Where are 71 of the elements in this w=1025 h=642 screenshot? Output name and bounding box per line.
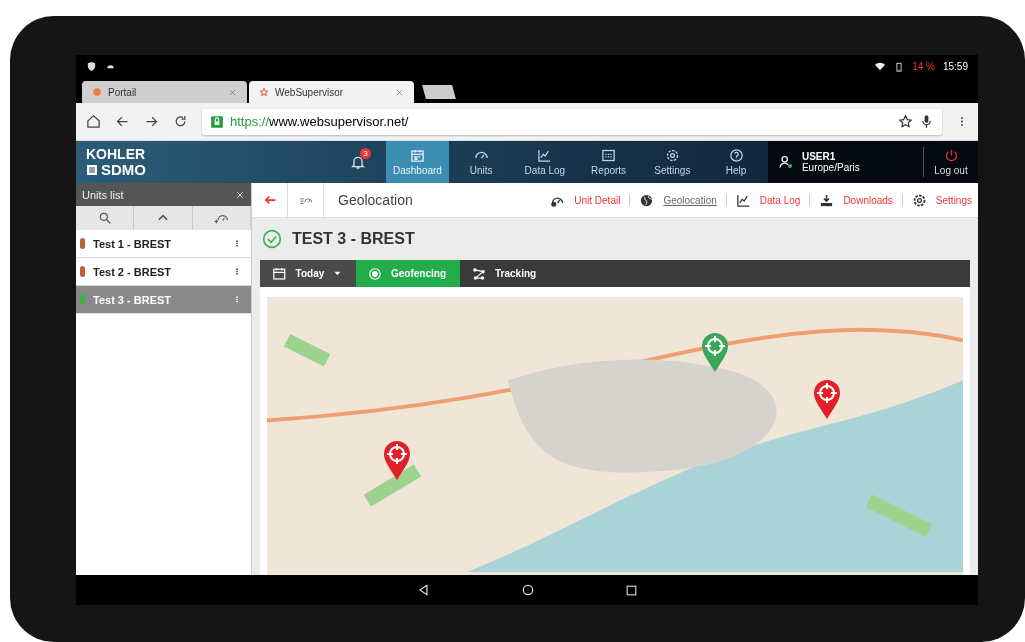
arrow-left-icon bbox=[262, 193, 277, 207]
favicon-icon bbox=[259, 87, 269, 97]
favicon-icon bbox=[92, 87, 102, 97]
home-icon[interactable] bbox=[86, 114, 101, 129]
nav-item[interactable]: Help bbox=[704, 141, 768, 183]
bell-icon[interactable] bbox=[349, 154, 366, 170]
shield-icon bbox=[86, 61, 97, 72]
caret-icon bbox=[333, 269, 342, 278]
clock: 15:59 bbox=[942, 61, 968, 72]
logo-text: SDMO bbox=[101, 162, 146, 177]
nav-item[interactable]: Units bbox=[449, 141, 514, 183]
gear-icon bbox=[664, 148, 680, 163]
grid-icon bbox=[601, 148, 617, 163]
unit-title: TEST 3 - BREST bbox=[292, 230, 415, 248]
unit-name: Test 3 - BREST bbox=[93, 293, 173, 306]
notification-badge: 3 bbox=[359, 148, 371, 159]
logo-icon bbox=[86, 163, 98, 176]
battery-percent: 14 % bbox=[912, 61, 935, 72]
download-icon bbox=[819, 192, 835, 208]
url-text: https://www.websupervisor.net/ bbox=[230, 114, 409, 129]
unit-link[interactable]: Settings bbox=[935, 194, 972, 206]
recent-apps-icon[interactable] bbox=[624, 583, 638, 597]
star-icon[interactable] bbox=[898, 114, 913, 129]
browser-tab[interactable]: Portail bbox=[82, 81, 247, 103]
logo-text: KOHLER bbox=[86, 147, 147, 162]
calendar-icon bbox=[272, 266, 287, 281]
nav-item[interactable]: Reports bbox=[576, 141, 641, 183]
close-icon[interactable] bbox=[235, 189, 245, 200]
period-dropdown[interactable]: Today bbox=[260, 260, 356, 287]
unit-link[interactable]: Downloads bbox=[843, 194, 893, 206]
power-icon bbox=[943, 148, 959, 163]
forward-icon[interactable] bbox=[144, 114, 159, 129]
new-tab-button[interactable] bbox=[422, 85, 456, 99]
chart-icon bbox=[537, 148, 553, 163]
check-circle-icon bbox=[262, 229, 282, 249]
microphone-icon[interactable] bbox=[919, 114, 934, 129]
user-icon bbox=[777, 154, 794, 170]
unit-name: Test 2 - BREST bbox=[93, 265, 173, 278]
globe-icon bbox=[639, 192, 655, 208]
nav-item[interactable]: Settings bbox=[640, 141, 705, 183]
home-icon[interactable] bbox=[520, 583, 535, 597]
help-icon bbox=[728, 148, 744, 163]
calendar-icon bbox=[409, 148, 425, 163]
unit-name: Test 1 - BREST bbox=[93, 237, 173, 250]
gear-icon bbox=[911, 192, 927, 208]
back-icon[interactable] bbox=[416, 583, 431, 597]
map-pin-icon[interactable] bbox=[813, 380, 841, 420]
map-pin-icon[interactable] bbox=[383, 441, 411, 481]
mode-tab[interactable]: Tracking bbox=[460, 260, 551, 287]
chart-icon bbox=[735, 192, 751, 208]
battery-icon bbox=[894, 60, 905, 73]
user-timezone: Europe/Paris bbox=[801, 162, 861, 173]
panel-title: Units list bbox=[82, 188, 124, 201]
address-bar[interactable]: https://www.websupervisor.net/ bbox=[202, 108, 942, 135]
unit-link[interactable]: Geolocation bbox=[663, 194, 717, 206]
browser-tab[interactable]: WebSupervisor bbox=[249, 81, 414, 103]
target-icon bbox=[368, 266, 382, 281]
wifi-icon bbox=[874, 61, 887, 72]
unit-link[interactable]: Data Log bbox=[759, 194, 801, 206]
unit-link[interactable]: Unit Detail bbox=[574, 194, 621, 206]
search-icon bbox=[97, 211, 112, 225]
map-pin-icon[interactable] bbox=[701, 333, 729, 373]
reload-icon[interactable] bbox=[173, 114, 188, 129]
nav-item[interactable]: Data Log bbox=[513, 141, 577, 183]
back-icon[interactable] bbox=[115, 114, 130, 129]
close-icon[interactable] bbox=[395, 87, 404, 97]
user-name: USER1 bbox=[801, 151, 837, 162]
route-icon bbox=[472, 266, 486, 281]
lock-icon bbox=[210, 114, 224, 129]
page-title: Geolocation bbox=[337, 192, 414, 208]
unit-list-item[interactable]: Test 1 - BREST bbox=[76, 230, 251, 258]
